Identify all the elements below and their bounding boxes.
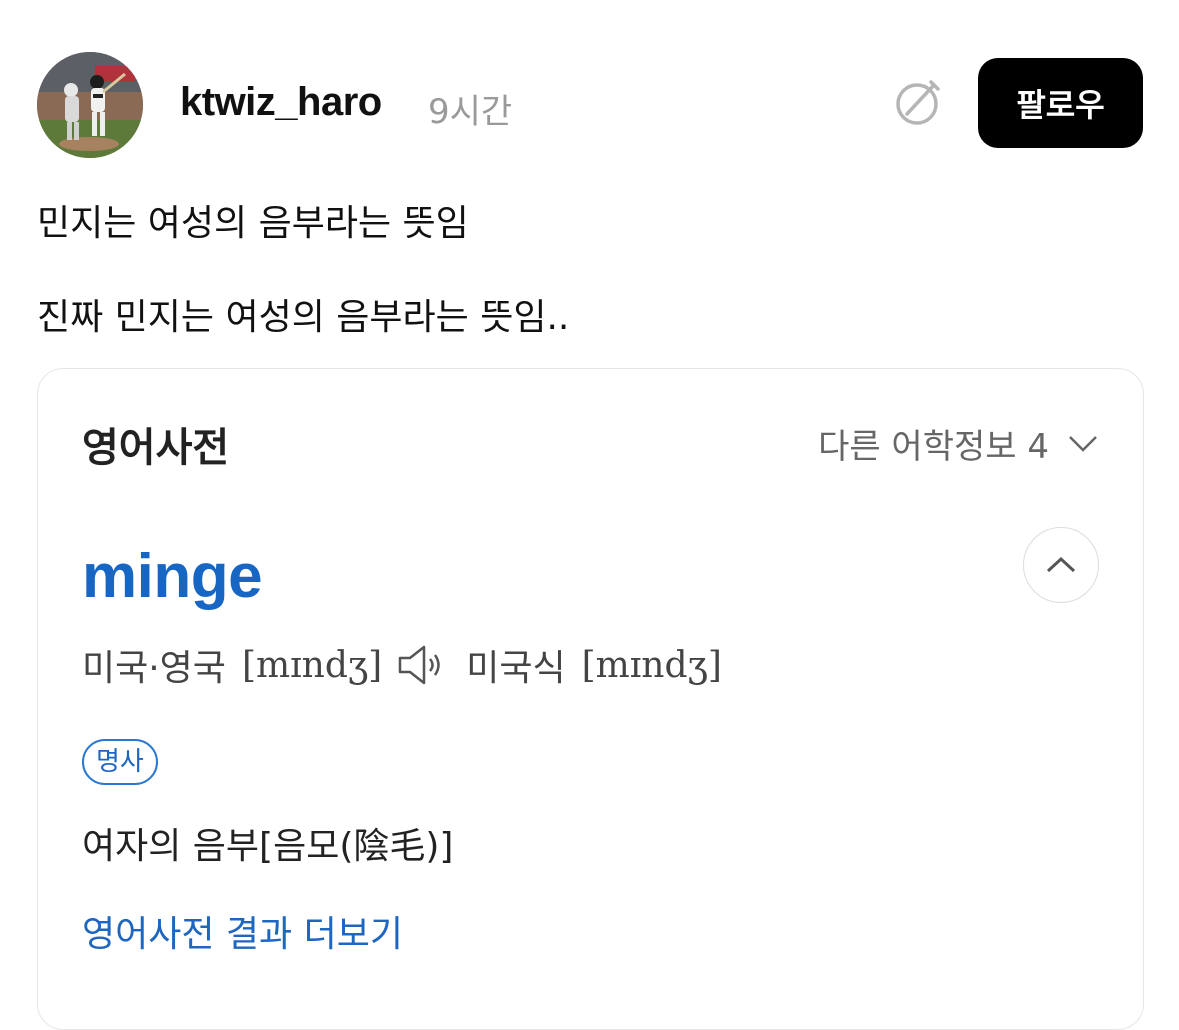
pronunciation-ipa-us: [mɪndʒ] (581, 644, 722, 686)
definition-text: 여자의 음부[음모(陰毛)] (82, 826, 454, 867)
speaker-icon[interactable] (396, 643, 446, 687)
post-text-line-1: 민지는 여성의 음부라는 뜻임 (37, 203, 469, 244)
follow-button[interactable]: 팔로우 (978, 58, 1143, 148)
post-header: ktwiz_haro 9시간 팔로우 (0, 0, 1179, 170)
more-language-info-dropdown[interactable]: 다른 어학정보 4 (818, 419, 1099, 468)
dictionary-word[interactable]: minge (82, 541, 263, 612)
avatar[interactable] (37, 52, 143, 158)
avatar-image (37, 52, 143, 158)
chevron-up-icon (1046, 556, 1076, 573)
more-language-info-label: 다른 어학정보 4 (818, 427, 1049, 467)
dictionary-title: 영어사전 (82, 425, 230, 471)
part-of-speech-badge: 명사 (82, 739, 158, 785)
timestamp: 9시간 (428, 92, 513, 132)
repost-icon[interactable] (893, 78, 943, 128)
pronunciation-row: 미국·영국 [mɪndʒ] 미국식 [mɪndʒ] (82, 639, 722, 691)
username[interactable]: ktwiz_haro (180, 80, 382, 125)
more-results-link[interactable]: 영어사전 결과 더보기 (82, 905, 403, 957)
pronunciation-label-us: 미국식 (466, 648, 566, 689)
dictionary-card: 영어사전 다른 어학정보 4 minge 미국·영국 [mɪndʒ] 미국식 [… (37, 368, 1144, 1030)
chevron-down-icon (1069, 435, 1097, 452)
collapse-button[interactable] (1023, 527, 1099, 603)
pronunciation-ipa-us-uk: [mɪndʒ] (241, 644, 383, 686)
post-text-line-2: 진짜 민지는 여성의 음부라는 뜻임.. (37, 297, 570, 338)
pronunciation-label-us-uk: 미국·영국 (82, 648, 226, 689)
